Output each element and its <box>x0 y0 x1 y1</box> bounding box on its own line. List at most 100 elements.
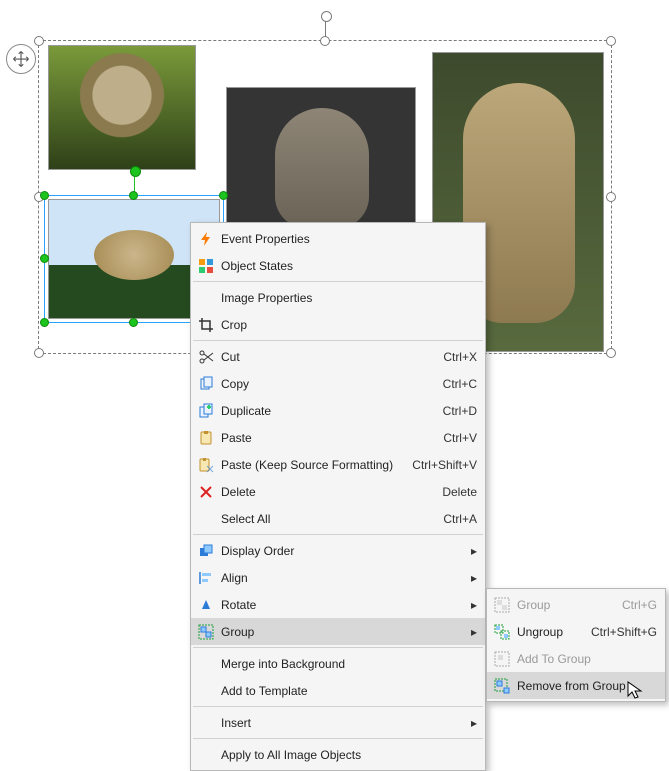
duplicate-icon <box>195 403 217 419</box>
chevron-right-icon: ▸ <box>471 716 477 730</box>
menu-item-event-properties[interactable]: Event Properties <box>191 225 485 252</box>
menu-item-label: Event Properties <box>217 232 477 246</box>
menu-item-shortcut: Ctrl+G <box>612 598 657 612</box>
resize-handle[interactable] <box>606 192 616 202</box>
menu-item-label: Object States <box>217 259 477 273</box>
menu-item-display-order[interactable]: Display Order ▸ <box>191 537 485 564</box>
chevron-right-icon: ▸ <box>471 625 477 639</box>
menu-item-shortcut: Ctrl+A <box>433 512 477 526</box>
resize-handle[interactable] <box>40 254 49 263</box>
resize-handle[interactable] <box>219 191 228 200</box>
lightning-icon <box>195 231 217 247</box>
menu-item-select-all[interactable]: Select All Ctrl+A <box>191 505 485 532</box>
rotate-handle[interactable] <box>325 19 326 37</box>
states-icon <box>195 258 217 274</box>
menu-item-shortcut: Ctrl+D <box>433 404 477 418</box>
menu-item-label: Group <box>513 598 612 612</box>
add-to-group-icon <box>491 651 513 667</box>
menu-separator <box>193 706 483 707</box>
resize-handle[interactable] <box>606 36 616 46</box>
group-icon <box>491 597 513 613</box>
menu-item-label: Duplicate <box>217 404 433 418</box>
menu-item-label: Cut <box>217 350 433 364</box>
menu-item-shortcut: Ctrl+V <box>433 431 477 445</box>
menu-item-add-to-template[interactable]: Add to Template <box>191 677 485 704</box>
menu-item-label: Delete <box>217 485 432 499</box>
menu-item-label: Crop <box>217 318 477 332</box>
rotate-handle[interactable] <box>134 174 135 192</box>
menu-item-label: Select All <box>217 512 433 526</box>
menu-item-rotate[interactable]: Rotate ▸ <box>191 591 485 618</box>
menu-item-image-properties[interactable]: Image Properties <box>191 284 485 311</box>
menu-item-label: Merge into Background <box>217 657 477 671</box>
menu-item-align[interactable]: Align ▸ <box>191 564 485 591</box>
chevron-right-icon: ▸ <box>471 598 477 612</box>
menu-item-label: Paste <box>217 431 433 445</box>
context-submenu-group: Group Ctrl+G Ungroup Ctrl+Shift+G Add To… <box>486 588 666 702</box>
menu-item-object-states[interactable]: Object States <box>191 252 485 279</box>
editor-canvas[interactable]: Event Properties Object States Image Pro… <box>0 0 669 720</box>
crop-icon <box>195 317 217 333</box>
display-order-icon <box>195 543 217 559</box>
resize-handle[interactable] <box>129 191 138 200</box>
resize-handle[interactable] <box>34 36 44 46</box>
menu-separator <box>193 738 483 739</box>
menu-item-copy[interactable]: Copy Ctrl+C <box>191 370 485 397</box>
remove-from-group-icon <box>491 678 513 694</box>
menu-separator <box>193 281 483 282</box>
menu-item-merge-into-background[interactable]: Merge into Background <box>191 650 485 677</box>
resize-handle[interactable] <box>606 348 616 358</box>
menu-item-label: Group <box>217 625 465 639</box>
ungroup-icon <box>491 624 513 640</box>
scissors-icon <box>195 349 217 365</box>
menu-separator <box>193 647 483 648</box>
menu-item-label: Image Properties <box>217 291 477 305</box>
menu-item-duplicate[interactable]: Duplicate Ctrl+D <box>191 397 485 424</box>
menu-item-label: Paste (Keep Source Formatting) <box>217 458 402 472</box>
menu-separator <box>193 340 483 341</box>
resize-handle[interactable] <box>40 318 49 327</box>
menu-item-label: Display Order <box>217 544 465 558</box>
menu-item-shortcut: Ctrl+X <box>433 350 477 364</box>
menu-item-apply-to-all-image-objects[interactable]: Apply to All Image Objects <box>191 741 485 768</box>
rotate-icon <box>195 597 217 613</box>
menu-item-label: Copy <box>217 377 433 391</box>
resize-handle[interactable] <box>34 348 44 358</box>
menu-item-crop[interactable]: Crop <box>191 311 485 338</box>
menu-item-shortcut: Delete <box>432 485 477 499</box>
menu-item-label: Ungroup <box>513 625 581 639</box>
menu-item-label: Insert <box>217 716 465 730</box>
delete-icon <box>195 484 217 500</box>
submenu-item-ungroup[interactable]: Ungroup Ctrl+Shift+G <box>487 618 665 645</box>
menu-item-label: Rotate <box>217 598 465 612</box>
menu-item-label: Add to Template <box>217 684 477 698</box>
paste-icon <box>195 430 217 446</box>
menu-item-shortcut: Ctrl+Shift+G <box>581 625 657 639</box>
chevron-right-icon: ▸ <box>471 571 477 585</box>
align-icon <box>195 570 217 586</box>
context-menu: Event Properties Object States Image Pro… <box>190 222 486 771</box>
chevron-right-icon: ▸ <box>471 544 477 558</box>
submenu-item-add-to-group[interactable]: Add To Group <box>487 645 665 672</box>
menu-item-label: Add To Group <box>513 652 657 666</box>
group-icon <box>195 624 217 640</box>
menu-item-label: Apply to All Image Objects <box>217 748 477 762</box>
menu-item-paste[interactable]: Paste Ctrl+V <box>191 424 485 451</box>
submenu-item-group[interactable]: Group Ctrl+G <box>487 591 665 618</box>
menu-item-cut[interactable]: Cut Ctrl+X <box>191 343 485 370</box>
menu-item-label: Remove from Group <box>513 679 657 693</box>
menu-item-shortcut: Ctrl+Shift+V <box>402 458 477 472</box>
menu-item-delete[interactable]: Delete Delete <box>191 478 485 505</box>
paste-formatting-icon <box>195 457 217 473</box>
menu-separator <box>193 534 483 535</box>
menu-item-shortcut: Ctrl+C <box>433 377 477 391</box>
resize-handle[interactable] <box>40 191 49 200</box>
menu-item-paste-keep-formatting[interactable]: Paste (Keep Source Formatting) Ctrl+Shif… <box>191 451 485 478</box>
resize-handle[interactable] <box>129 318 138 327</box>
move-handle-icon[interactable] <box>6 44 36 74</box>
resize-handle[interactable] <box>320 36 330 46</box>
submenu-item-remove-from-group[interactable]: Remove from Group <box>487 672 665 699</box>
menu-item-insert[interactable]: Insert ▸ <box>191 709 485 736</box>
menu-item-group[interactable]: Group ▸ <box>191 618 485 645</box>
menu-item-label: Align <box>217 571 465 585</box>
